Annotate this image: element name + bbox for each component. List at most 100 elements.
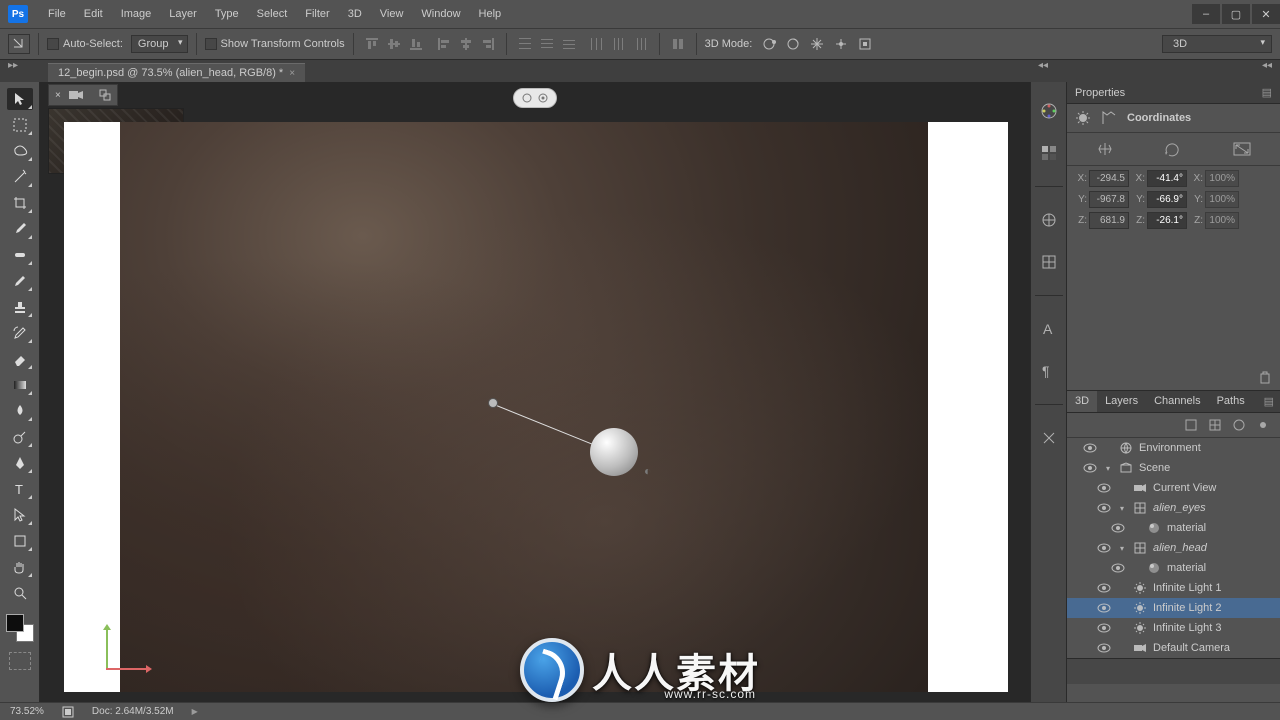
crop-tool[interactable] [7,192,33,214]
paragraph-panel-icon[interactable]: ¶ [1038,360,1060,382]
auto-select-checkbox[interactable]: Auto-Select: [47,38,123,50]
quick-mask-toggle[interactable] [9,652,31,670]
3d-on-canvas-widget[interactable] [513,88,557,108]
slide-icon[interactable] [832,35,850,53]
menu-help[interactable]: Help [471,4,510,24]
blur-tool[interactable] [7,400,33,422]
tab-layers[interactable]: Layers [1097,391,1146,412]
roll-icon[interactable] [784,35,802,53]
distribute-bottom-icon[interactable] [559,35,579,53]
color-panel-icon[interactable] [1038,100,1060,122]
lasso-tool[interactable] [7,140,33,162]
menu-type[interactable]: Type [207,4,247,24]
hand-tool[interactable] [7,556,33,578]
character-panel-icon[interactable]: A [1038,318,1060,340]
reset-coordinates-icon[interactable] [1258,370,1272,384]
dodge-tool[interactable] [7,426,33,448]
tab-channels[interactable]: Channels [1146,391,1208,412]
swatches-panel-icon[interactable] [1038,142,1060,164]
menu-image[interactable]: Image [113,4,160,24]
filter-light-icon[interactable] [1256,418,1270,432]
collapse-panels-right-icon[interactable]: ◂◂ [1262,60,1272,71]
filter-scene-icon[interactable] [1184,418,1198,432]
scale-x-input[interactable]: 100% [1205,170,1239,187]
swap-thumb-icon[interactable] [99,89,111,101]
pen-tool[interactable] [7,452,33,474]
tool-preset-picker[interactable] [8,34,30,54]
tree-row-infinite-light-3[interactable]: Infinite Light 3 [1067,618,1280,638]
rot-x-input[interactable]: -41.4° [1147,170,1187,187]
collapse-panels-icon[interactable]: ◂◂ [1038,60,1048,71]
status-expose-icon[interactable] [62,706,74,718]
visibility-eye-icon[interactable] [1083,463,1097,473]
visibility-eye-icon[interactable] [1097,543,1111,553]
align-vcenter-icon[interactable] [384,35,404,53]
zoom-readout[interactable]: 73.52% [10,706,44,717]
scale-icon[interactable] [856,35,874,53]
menu-3d[interactable]: 3D [340,4,370,24]
panel-menu-icon[interactable]: ▤ [1262,86,1272,99]
orbit-icon[interactable] [760,35,778,53]
visibility-eye-icon[interactable] [1097,503,1111,513]
menu-select[interactable]: Select [249,4,296,24]
tree-row-scene[interactable]: ▾Scene [1067,458,1280,478]
filter-mesh-icon[interactable] [1208,418,1222,432]
visibility-eye-icon[interactable] [1097,483,1111,493]
tree-row-current-view[interactable]: Current View [1067,478,1280,498]
distribute-left-icon[interactable] [587,35,607,53]
path-select-tool[interactable] [7,504,33,526]
minimize-button[interactable]: – [1192,4,1220,24]
align-top-icon[interactable] [362,35,382,53]
align-bottom-icon[interactable] [406,35,426,53]
document-tab[interactable]: 12_begin.psd @ 73.5% (alien_head, RGB/8)… [48,63,305,82]
gradient-tool[interactable] [7,374,33,396]
tree-row-alien-eyes[interactable]: ▾alien_eyes [1067,498,1280,518]
eraser-tool[interactable] [7,348,33,370]
camera-icon[interactable] [69,90,83,100]
tree-row-material[interactable]: material [1067,558,1280,578]
light-icon[interactable] [1075,110,1091,126]
marquee-tool[interactable] [7,114,33,136]
light-manipulator[interactable]: ◐ [494,404,604,405]
eyedropper-tool[interactable] [7,218,33,240]
menu-layer[interactable]: Layer [161,4,205,24]
tree-row-alien-head[interactable]: ▾alien_head [1067,538,1280,558]
styles-panel-icon[interactable] [1038,251,1060,273]
tree-row-infinite-light-2[interactable]: Infinite Light 2 [1067,598,1280,618]
visibility-eye-icon[interactable] [1111,563,1125,573]
shadow-toggle-icon[interactable]: ◐ [644,464,651,478]
menu-file[interactable]: File [40,4,74,24]
filter-material-icon[interactable] [1232,418,1246,432]
tab-paths[interactable]: Paths [1209,391,1253,412]
zoom-tool[interactable] [7,582,33,604]
document-canvas[interactable]: ◐ [64,122,1008,692]
visibility-eye-icon[interactable] [1083,443,1097,453]
visibility-eye-icon[interactable] [1097,583,1111,593]
twisty-icon[interactable]: ▾ [1103,464,1113,473]
rot-z-input[interactable]: -26.1° [1147,212,1187,229]
history-brush-tool[interactable] [7,322,33,344]
pos-z-input[interactable]: 681.9 [1089,212,1129,229]
workspace-switcher[interactable]: 3D [1162,35,1272,53]
rotate-mode-icon[interactable] [1150,139,1196,159]
close-icon[interactable]: × [289,68,295,79]
visibility-eye-icon[interactable] [1097,623,1111,633]
distribute-right-icon[interactable] [631,35,651,53]
tree-row-material[interactable]: material [1067,518,1280,538]
move-tool[interactable] [7,88,33,110]
distribute-vcenter-icon[interactable] [537,35,557,53]
align-hcenter-icon[interactable] [456,35,476,53]
menu-view[interactable]: View [372,4,412,24]
scale-mode-icon[interactable] [1219,139,1265,159]
pan-icon[interactable] [808,35,826,53]
maximize-button[interactable]: ▢ [1222,4,1250,24]
properties-tab[interactable]: Properties▤ [1067,82,1280,104]
scale-y-input[interactable]: 100% [1205,191,1239,208]
expand-panels-left-icon[interactable]: ▸▸ [8,60,18,71]
menu-filter[interactable]: Filter [297,4,337,24]
tree-row-infinite-light-1[interactable]: Infinite Light 1 [1067,578,1280,598]
tree-row-default-camera[interactable]: Default Camera [1067,638,1280,658]
pos-y-input[interactable]: -967.8 [1089,191,1129,208]
close-thumb-icon[interactable]: × [55,90,61,101]
healing-brush-tool[interactable] [7,244,33,266]
